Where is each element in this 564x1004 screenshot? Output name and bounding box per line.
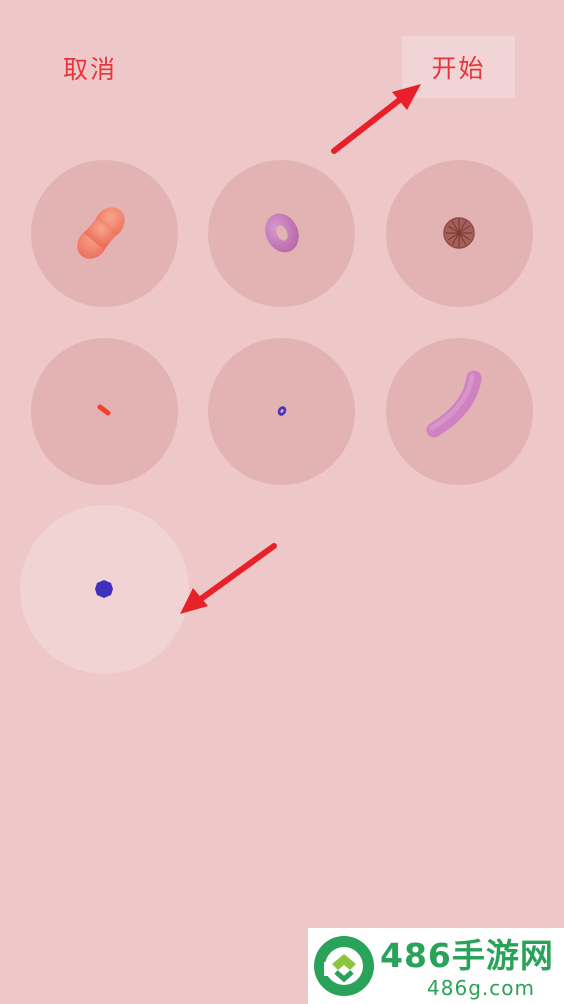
shape-cell-donut[interactable] — [208, 160, 355, 307]
486-logo-icon — [314, 936, 374, 996]
peanut-blob-icon — [77, 207, 125, 259]
watermark-url: 486g.com — [427, 976, 535, 1000]
blue-dot-icon — [95, 580, 113, 598]
start-button[interactable]: 开始 — [402, 36, 515, 98]
watermark-badge: 486手游网 486g.com — [308, 928, 564, 1004]
donut-ring-icon — [265, 213, 299, 253]
shape-cell-textured-ball[interactable] — [386, 160, 533, 307]
watermark-title: 486手游网 — [380, 936, 554, 975]
annotation-arrows — [180, 84, 421, 614]
arrow-to-selected-icon — [180, 543, 277, 614]
small-dash-icon — [97, 404, 111, 416]
textured-ball-icon — [443, 217, 475, 249]
shape-cell-small-dash[interactable] — [31, 338, 178, 485]
shape-cell-tiny-ring[interactable] — [208, 338, 355, 485]
long-capsule-icon — [426, 370, 482, 438]
shape-cell-peanut[interactable] — [31, 160, 178, 307]
shape-cell-blue-dot[interactable] — [20, 505, 189, 674]
shape-cell-long-capsule[interactable] — [386, 338, 533, 485]
cancel-button[interactable]: 取消 — [48, 40, 132, 96]
top-bar: 取消 开始 — [0, 0, 564, 130]
tiny-ring-icon — [277, 406, 287, 416]
